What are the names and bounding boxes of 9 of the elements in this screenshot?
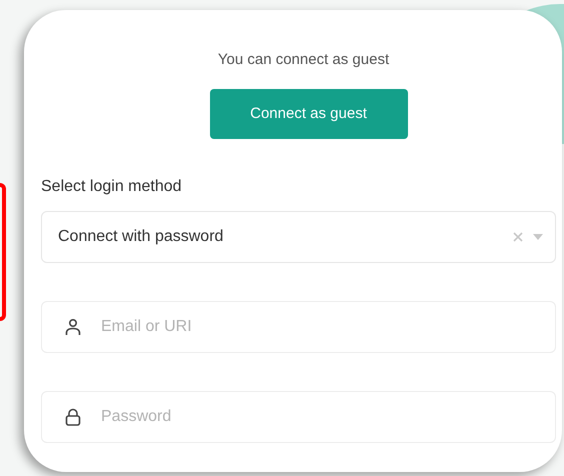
email-field[interactable]: Email or URI [41,301,556,353]
login-method-label: Select login method [41,177,183,197]
caret-icon[interactable] [533,234,543,240]
user-icon [65,318,81,336]
clear-icon[interactable] [513,232,523,242]
guest-message: You can connect as guest [218,50,390,70]
lock-icon [65,408,81,426]
login-method-select[interactable]: Connect with password [41,211,556,263]
password-field[interactable]: Password [41,391,556,443]
